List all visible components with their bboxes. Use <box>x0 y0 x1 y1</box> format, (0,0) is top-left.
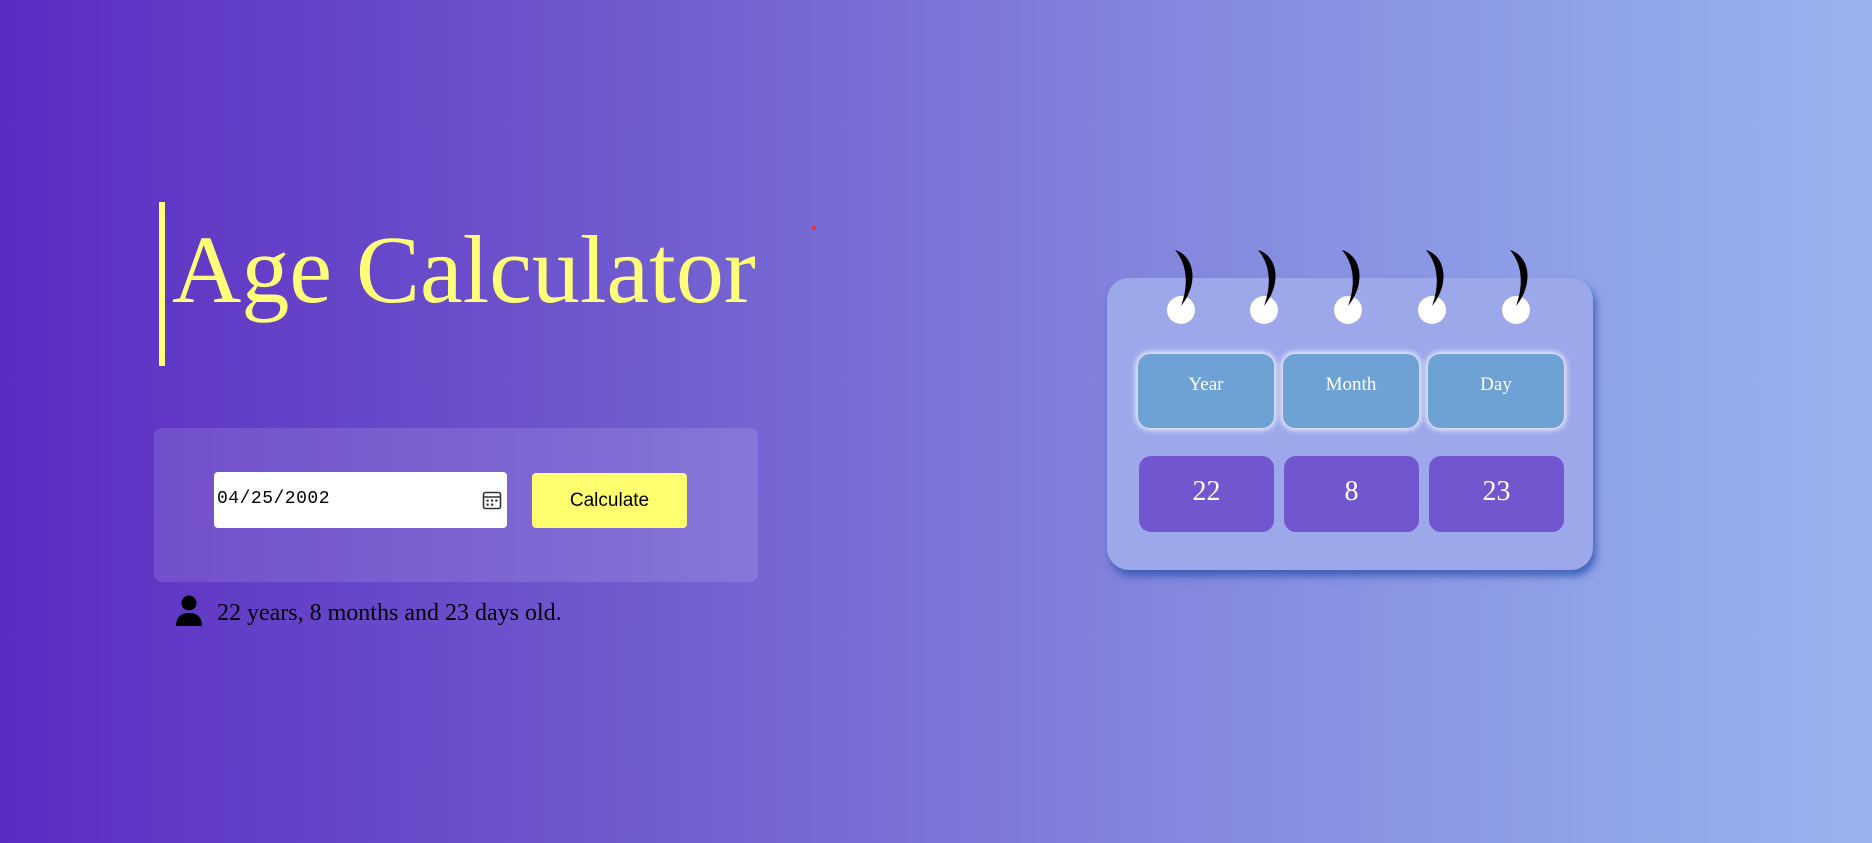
title-accent-bar <box>159 202 165 366</box>
month-value: 8 <box>1284 456 1419 532</box>
day-header: Day <box>1428 354 1564 428</box>
binder-ring-icon <box>1250 250 1278 324</box>
birthdate-value: 04/25/2002 <box>217 489 331 509</box>
user-icon <box>176 595 202 626</box>
calendar-icon[interactable] <box>481 489 503 511</box>
birthdate-input[interactable]: 04/25/2002 <box>214 472 507 528</box>
binder-ring-icon <box>1502 250 1530 324</box>
year-header: Year <box>1138 354 1274 428</box>
age-result-text: 22 years, 8 months and 23 days old. <box>217 600 562 626</box>
binder-ring-icon <box>1167 250 1195 324</box>
calculate-button[interactable]: Calculate <box>532 473 687 528</box>
month-header: Month <box>1283 354 1419 428</box>
binder-ring-icon <box>1334 250 1362 324</box>
day-value: 23 <box>1429 456 1564 532</box>
page-title: Age Calculator <box>172 216 756 323</box>
binder-ring-icon <box>1418 250 1446 324</box>
red-dot-decoration <box>812 226 816 230</box>
year-value: 22 <box>1139 456 1274 532</box>
